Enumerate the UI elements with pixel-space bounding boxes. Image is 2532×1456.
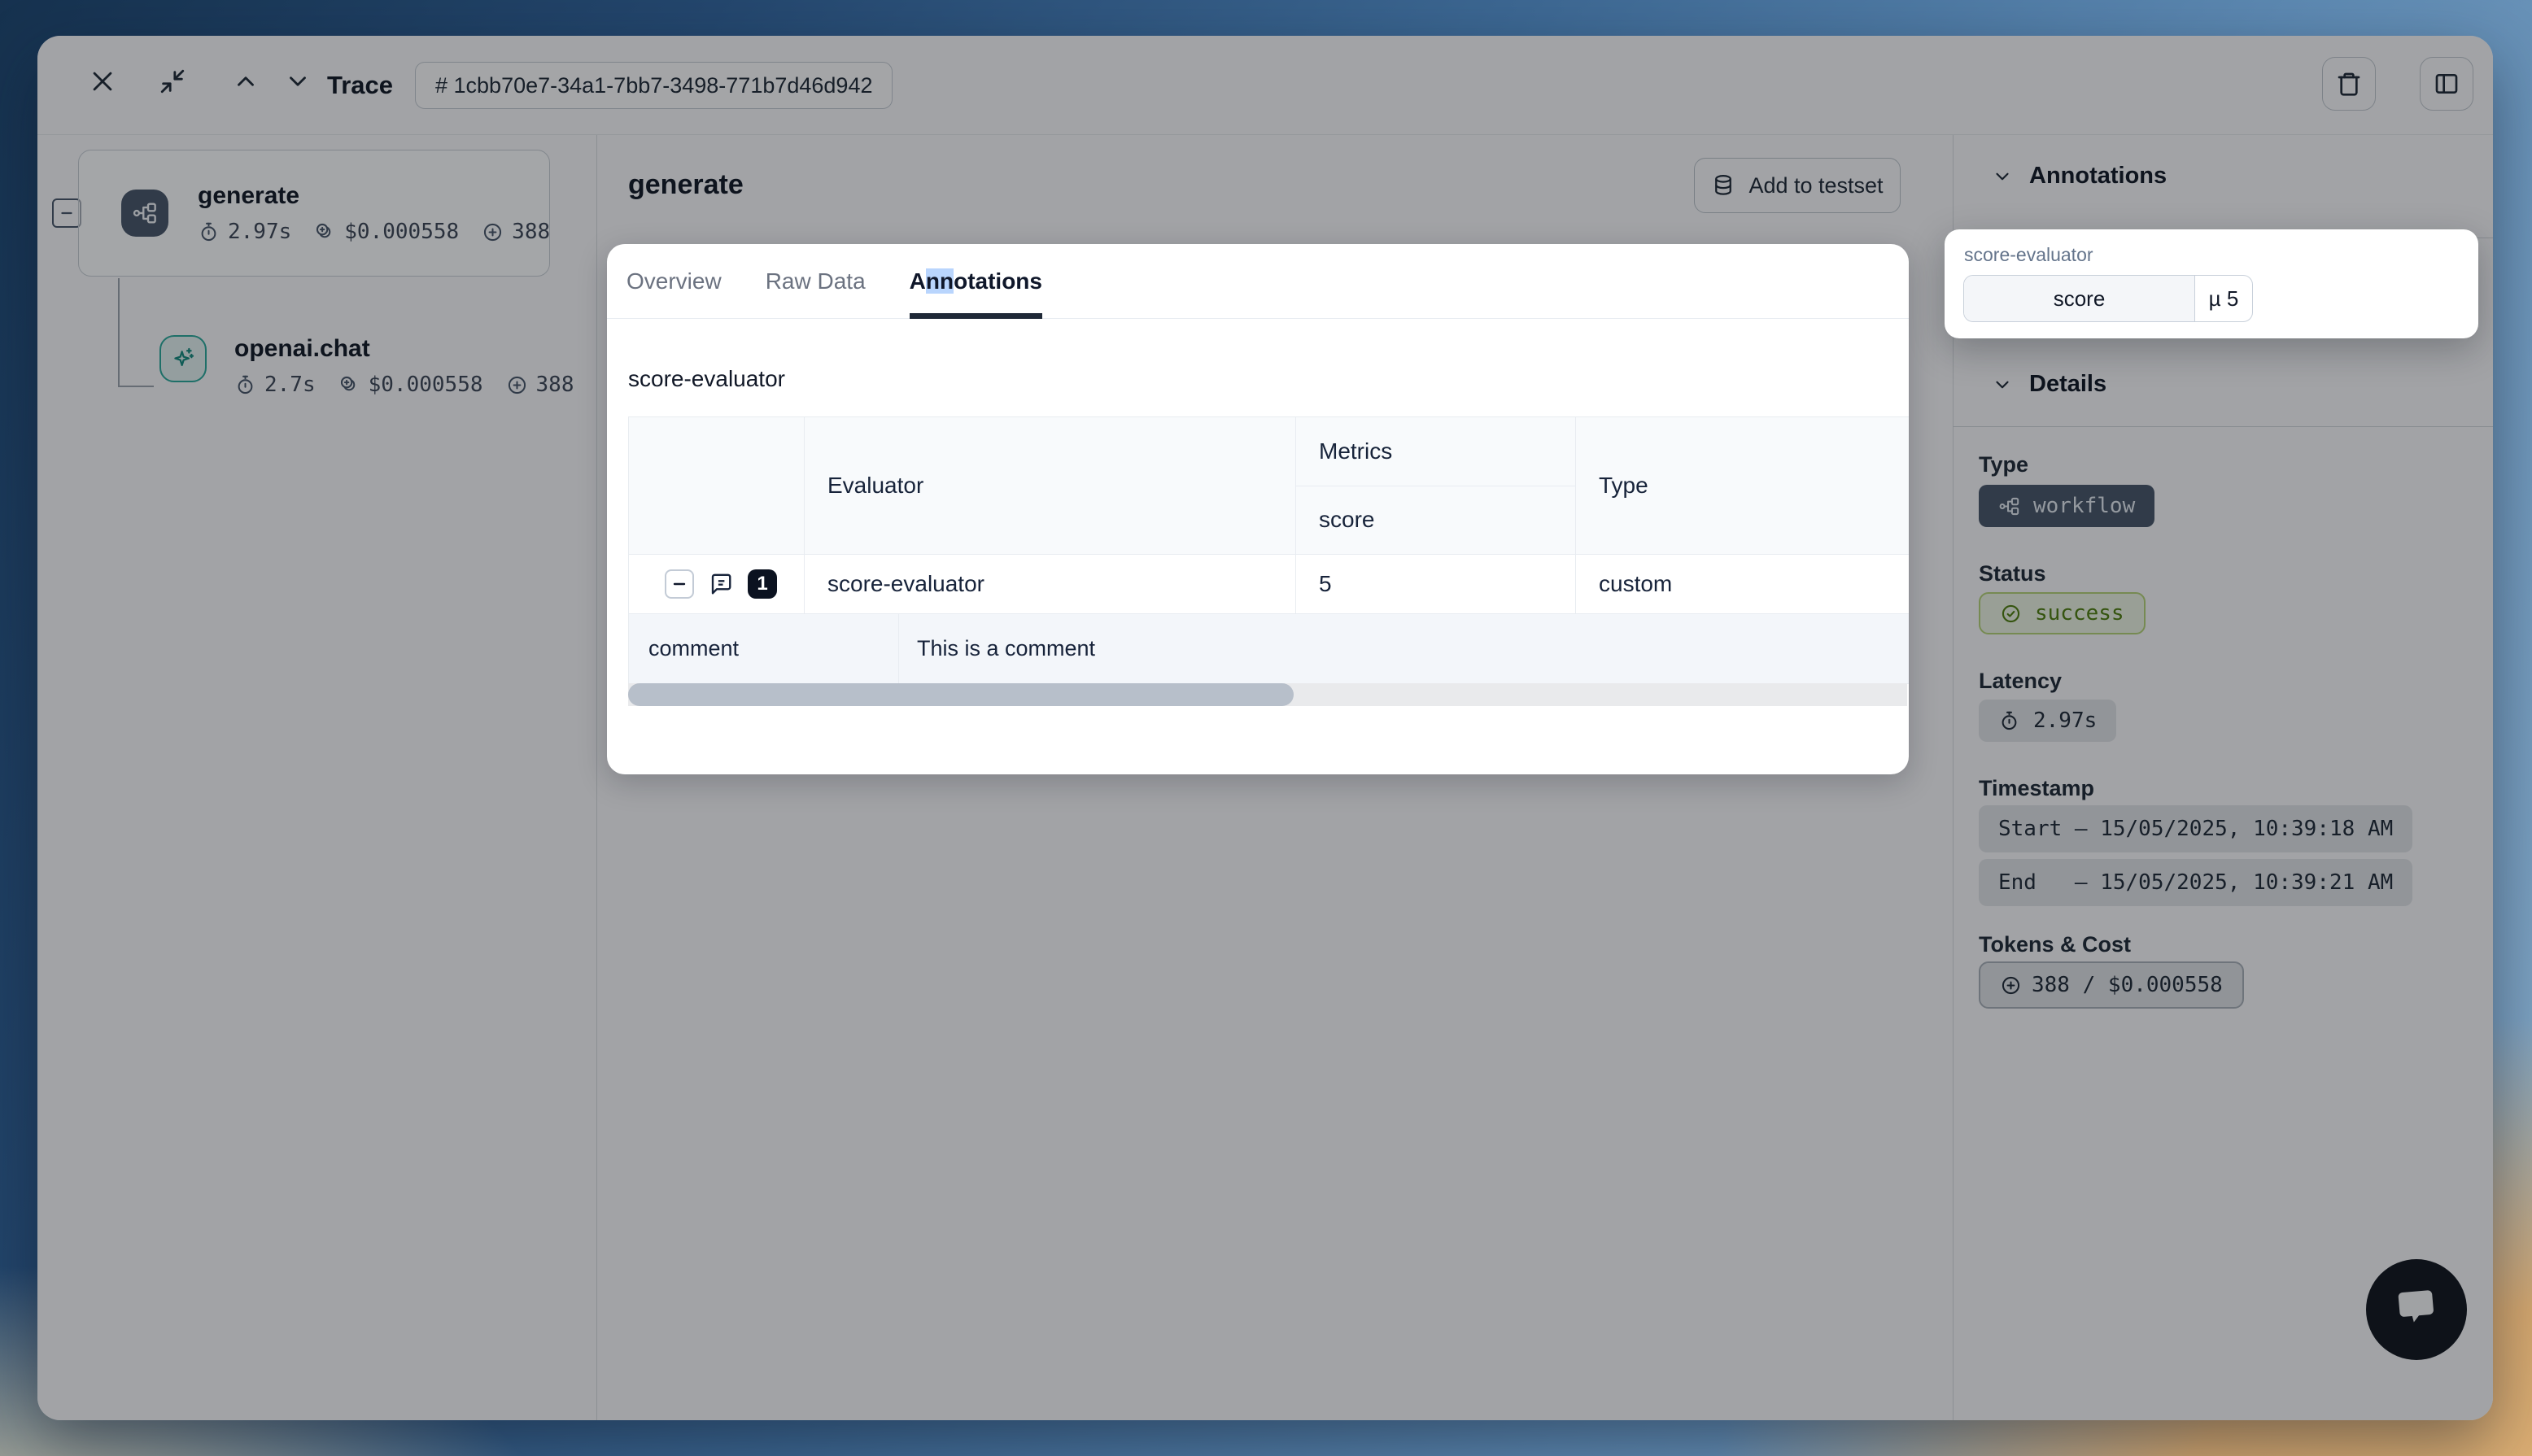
- comment-icon[interactable]: [709, 572, 733, 596]
- annotations-card: Overview Raw Data Annotations score-eval…: [607, 244, 1909, 774]
- evaluator-section-title: score-evaluator: [628, 366, 785, 392]
- active-tab-underline: [910, 313, 1042, 319]
- header-cell-evaluator: Evaluator: [805, 417, 1296, 554]
- tab-overview[interactable]: Overview: [626, 244, 722, 319]
- text-selection: nn: [926, 268, 954, 294]
- header-cell-metric-score: score: [1296, 486, 1575, 555]
- trace-dialog: Trace # 1cbb70e7-34a1-7bb7-3498-771b7d46…: [37, 36, 2493, 1420]
- comment-count-badge[interactable]: 1: [748, 569, 777, 599]
- horizontal-scrollbar[interactable]: [628, 683, 1907, 706]
- row-collapse-checkbox[interactable]: [665, 569, 694, 599]
- header-cell-metrics: Metrics score: [1296, 417, 1576, 554]
- scrollbar-thumb[interactable]: [628, 683, 1294, 706]
- comment-value: This is a comment: [899, 614, 1909, 683]
- annotations-table: Evaluator Metrics score Type 1 score-eva…: [628, 416, 1909, 684]
- tabs-row: Overview Raw Data Annotations: [607, 244, 1909, 319]
- tab-annotations[interactable]: Annotations: [910, 244, 1042, 319]
- tab-raw-data[interactable]: Raw Data: [766, 244, 866, 319]
- annotation-popover: score-evaluator score µ 5: [1945, 229, 2478, 338]
- table-row[interactable]: 1 score-evaluator 5 custom: [629, 554, 1909, 614]
- metric-pill: score µ 5: [1963, 275, 2253, 322]
- header-cell-empty: [629, 417, 805, 554]
- comment-label: comment: [629, 614, 899, 683]
- cell-type: custom: [1576, 555, 1909, 613]
- header-cell-type: Type: [1576, 417, 1909, 554]
- metric-value: µ 5: [2195, 276, 2252, 321]
- cell-evaluator: score-evaluator: [805, 555, 1296, 613]
- minus-icon: [670, 574, 689, 594]
- popover-evaluator-name: score-evaluator: [1964, 244, 2093, 266]
- metric-name: score: [1964, 276, 2195, 321]
- cell-score: 5: [1296, 555, 1576, 613]
- table-header-row: Evaluator Metrics score Type: [629, 417, 1909, 554]
- comment-row: comment This is a comment: [629, 614, 1909, 684]
